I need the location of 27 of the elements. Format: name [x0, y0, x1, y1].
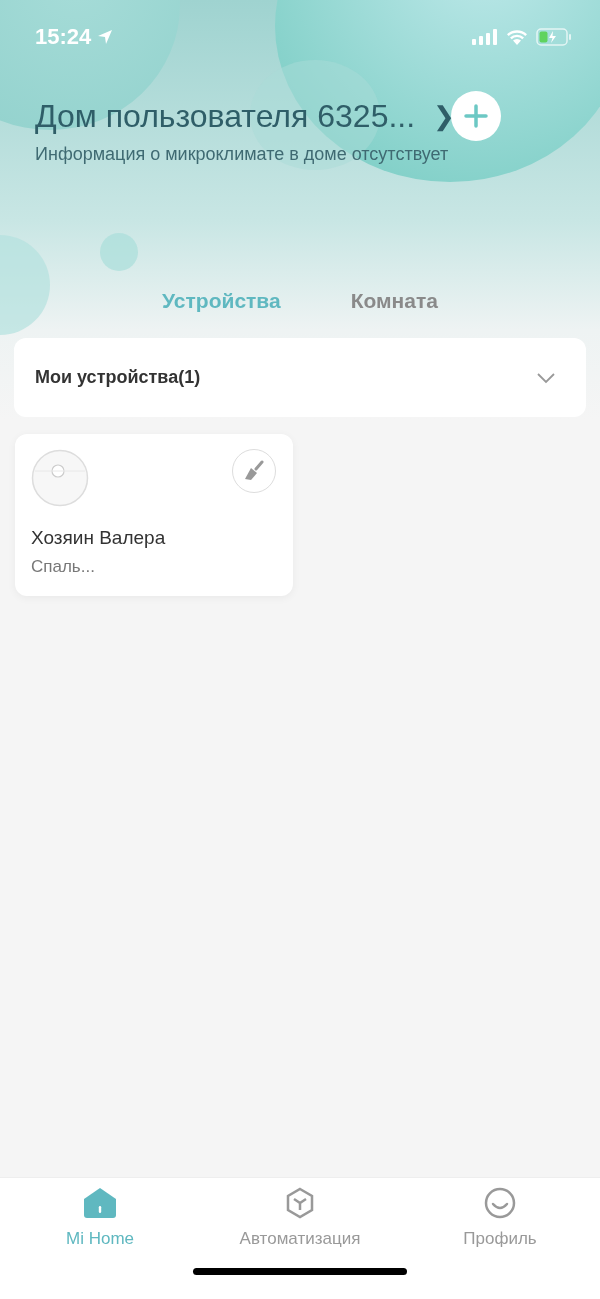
device-room: Спаль... — [31, 557, 96, 577]
tab[interactable]: Устройства — [162, 289, 281, 313]
device-name: Хозяин Валера — [31, 527, 167, 549]
wifi-icon — [506, 29, 528, 45]
location-arrow-icon — [97, 29, 114, 45]
status-time: 15:24 — [35, 24, 92, 50]
climate-info-text: Информация о микроклимате в доме отсутствует — [35, 144, 450, 165]
battery-icon — [536, 28, 572, 46]
chevron-down-icon — [536, 371, 556, 384]
chevron-icon[interactable]: ❯ — [433, 100, 456, 132]
nav-tab[interactable]: Автоматизация — [200, 1178, 400, 1266]
background-bubble — [100, 233, 138, 271]
clean-button[interactable] — [232, 449, 276, 493]
smiley-icon — [484, 1187, 516, 1219]
nav-tab[interactable]: Mi Home — [0, 1178, 200, 1266]
plus-icon — [463, 103, 490, 129]
nav-tab[interactable]: Профиль — [400, 1178, 600, 1266]
robot-vacuum-icon — [31, 449, 89, 507]
hexagon-icon — [284, 1187, 316, 1219]
house-icon — [83, 1187, 117, 1219]
signal-icon — [472, 29, 498, 45]
broom-icon — [242, 459, 266, 483]
section-title: Мои устройства(1) — [35, 367, 201, 388]
tab[interactable]: Комната — [350, 289, 438, 313]
home-title[interactable]: Дом пользователя 6325... — [35, 97, 416, 135]
devices-section-bar[interactable]: Мои устройства(1) — [14, 338, 586, 417]
device-card[interactable]: Хозяин Валера Спаль... — [15, 434, 293, 596]
